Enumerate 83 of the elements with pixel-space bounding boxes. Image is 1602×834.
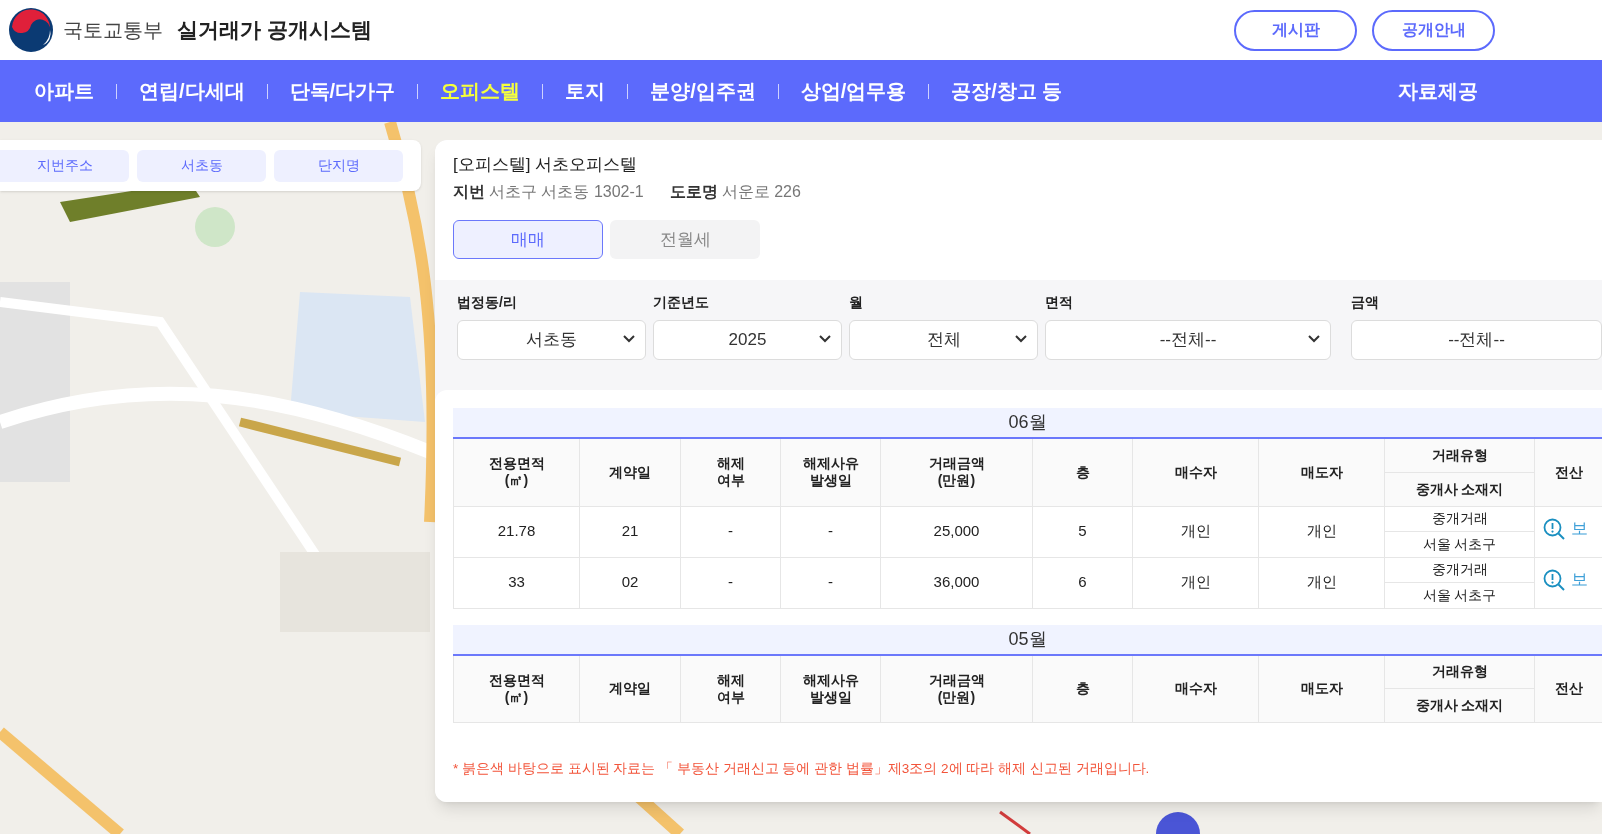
select-field[interactable]: --전체-- <box>1045 320 1331 360</box>
column-header: 층 <box>1032 654 1133 723</box>
table-cell: 개인 <box>1132 557 1259 608</box>
footnote: * 붉은색 바탕으로 표시된 자료는 「 부동산 거래신고 등에 관한 법률」제3조의 2에 따라 해제 신고된 거래입니다. <box>453 760 1151 778</box>
filter-label: 면적 <box>1045 293 1074 311</box>
column-header: 거래금액 (만원) <box>880 438 1033 506</box>
table-cell: 02 <box>579 557 681 608</box>
column-header: 매도자 <box>1258 438 1385 506</box>
nav-item[interactable]: 연립/다세대 <box>139 76 245 106</box>
nav-item[interactable]: 단독/다가구 <box>289 76 396 106</box>
search-chip[interactable]: 서초동 <box>137 149 266 182</box>
column-header: 매수자 <box>1132 438 1259 506</box>
column-header: 전용면적 (㎡) <box>453 438 580 506</box>
table-cell: 개인 <box>1132 506 1259 557</box>
column-header: 층 <box>1032 438 1133 506</box>
table-cell: 중개거래 <box>1384 557 1535 582</box>
lot-label: 지번 <box>453 182 485 202</box>
column-header: 거래유형 <box>1384 654 1535 689</box>
road-label: 도로명 <box>669 182 718 202</box>
column-header: 매도자 <box>1258 654 1385 723</box>
site-title: 실거래가 공개시스템 <box>177 17 372 44</box>
column-header: 전산 <box>1534 438 1602 506</box>
table-cell: 개인 <box>1258 506 1385 557</box>
column-header: 매수자 <box>1132 654 1259 723</box>
road-address: 서운로 226 <box>721 182 801 202</box>
table-cell: - <box>680 506 781 557</box>
column-header: 해제사유 발생일 <box>780 438 881 506</box>
chevron-icon <box>1015 335 1027 343</box>
tab[interactable]: 전월세 <box>610 220 760 259</box>
column-header: 중개사 소재지 <box>1384 472 1535 506</box>
table-cell: 개인 <box>1258 557 1385 608</box>
nav-item[interactable]: 공장/창고 등 <box>951 76 1063 106</box>
table-cell: 25,000 <box>880 506 1033 557</box>
filter-label: 월 <box>849 293 864 311</box>
nav-item[interactable]: 자료제공 <box>1398 76 1478 106</box>
lot-address: 서초구 서초동 1302-1 <box>489 182 644 202</box>
column-header: 전용면적 (㎡) <box>453 654 580 723</box>
column-header: 계약일 <box>579 438 681 506</box>
column-header: 중개사 소재지 <box>1384 688 1535 723</box>
magnifier-icon <box>1543 568 1565 591</box>
table-cell: 6 <box>1032 557 1133 608</box>
magnifier-icon <box>1543 517 1565 540</box>
column-header: 해제 여부 <box>680 654 781 723</box>
table-cell: - <box>780 557 881 608</box>
filter-label: 법정동/리 <box>457 293 518 311</box>
table-cell: 21 <box>579 506 681 557</box>
header-button[interactable]: 게시판 <box>1234 9 1357 51</box>
listing-title: [오피스텔] 서초오피스텔 <box>453 154 639 176</box>
chevron-icon <box>623 335 635 343</box>
filter-label: 기준년도 <box>653 293 710 311</box>
chevron-icon <box>819 335 831 343</box>
table-cell: - <box>780 506 881 557</box>
chevron-icon <box>1308 335 1320 343</box>
search-chip[interactable]: 단지명 <box>274 149 403 182</box>
search-chip[interactable]: 지번주소 <box>0 149 129 182</box>
column-header: 거래유형 <box>1384 438 1535 472</box>
table-cell: 36,000 <box>880 557 1033 608</box>
table-cell: - <box>680 557 781 608</box>
column-header: 계약일 <box>579 654 681 723</box>
filter-label: 금액 <box>1351 293 1380 311</box>
column-header: 전산 <box>1534 654 1602 723</box>
select-field[interactable]: 전체 <box>849 320 1038 360</box>
table-cell: 21.78 <box>453 506 580 557</box>
header-button[interactable]: 공개안내 <box>1372 9 1495 51</box>
table-cell: 5 <box>1032 506 1133 557</box>
tab[interactable]: 매매 <box>453 220 603 259</box>
emblem-icon <box>8 7 54 53</box>
select-field[interactable]: 2025 <box>653 320 842 360</box>
agency-name: 국토교통부 <box>63 18 163 43</box>
select-field[interactable]: --전체-- <box>1351 320 1602 360</box>
column-header: 해제사유 발생일 <box>780 654 881 723</box>
select-field[interactable]: 서초동 <box>457 320 646 360</box>
nav-item[interactable]: 오피스텔 <box>440 76 521 106</box>
nav-item[interactable]: 토지 <box>565 76 606 106</box>
column-header: 해제 여부 <box>680 438 781 506</box>
nav-item[interactable]: 아파트 <box>34 76 94 106</box>
nav-item[interactable]: 상업/업무용 <box>800 76 907 106</box>
nav-item[interactable]: 분양/입주권 <box>650 76 756 106</box>
table-cell: 33 <box>453 557 580 608</box>
column-header: 거래금액 (만원) <box>880 654 1033 723</box>
month-heading: 06월 <box>453 408 1602 437</box>
table-cell: 중개거래 <box>1384 506 1535 531</box>
month-heading: 05월 <box>453 624 1602 654</box>
